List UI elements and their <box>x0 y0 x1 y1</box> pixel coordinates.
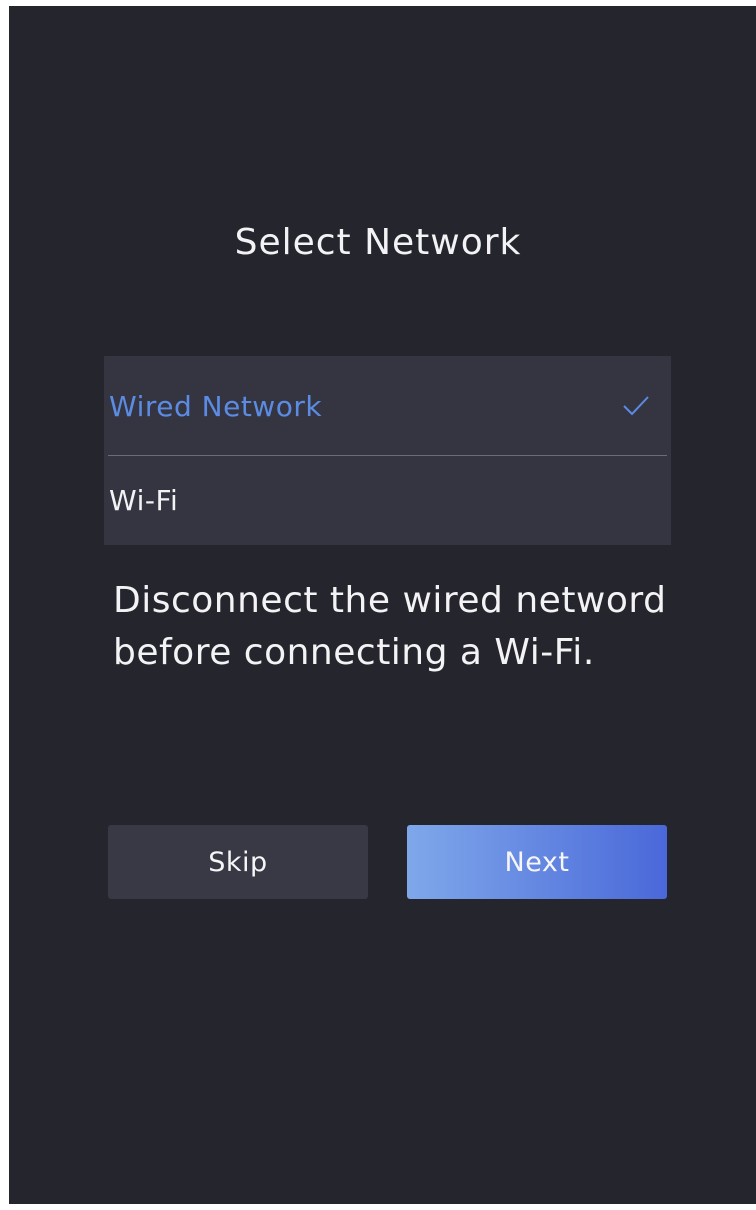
page-title: Select Network <box>234 222 522 263</box>
network-option-wired[interactable]: Wired Network <box>104 356 671 450</box>
hint-text: Disconnect the wired netword before conn… <box>113 580 667 673</box>
device-screen: Select Network Wired Network Wi-Fi Disco… <box>9 6 756 1204</box>
network-option-label: Wired Network <box>109 390 323 423</box>
check-icon <box>623 396 649 416</box>
network-option-wifi[interactable]: Wi-Fi <box>104 456 671 545</box>
next-button[interactable]: Next <box>407 825 667 899</box>
network-option-label: Wi-Fi <box>109 484 179 517</box>
network-list: Wired Network Wi-Fi <box>104 356 671 545</box>
skip-button[interactable]: Skip <box>108 825 368 899</box>
